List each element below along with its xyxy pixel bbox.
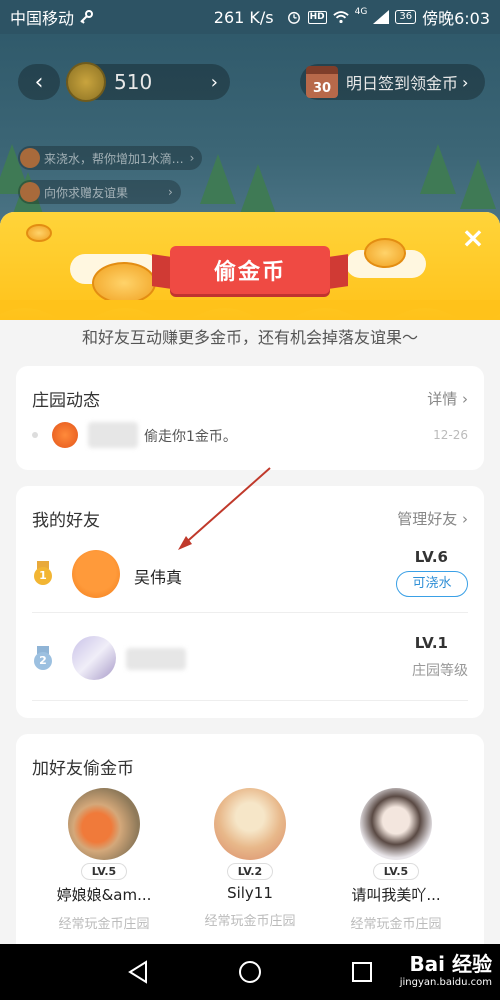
baidu-jingyan-watermark: Bai 经验 jingyan.baidu.com	[400, 948, 492, 988]
watermark-brand: Bai 经验	[409, 952, 492, 976]
annotation-arrow	[178, 467, 271, 550]
recents-square-icon[interactable]	[348, 958, 376, 986]
back-triangle-icon[interactable]	[124, 958, 152, 986]
watermark-url: jingyan.baidu.com	[399, 977, 492, 988]
home-circle-icon[interactable]	[236, 958, 264, 986]
